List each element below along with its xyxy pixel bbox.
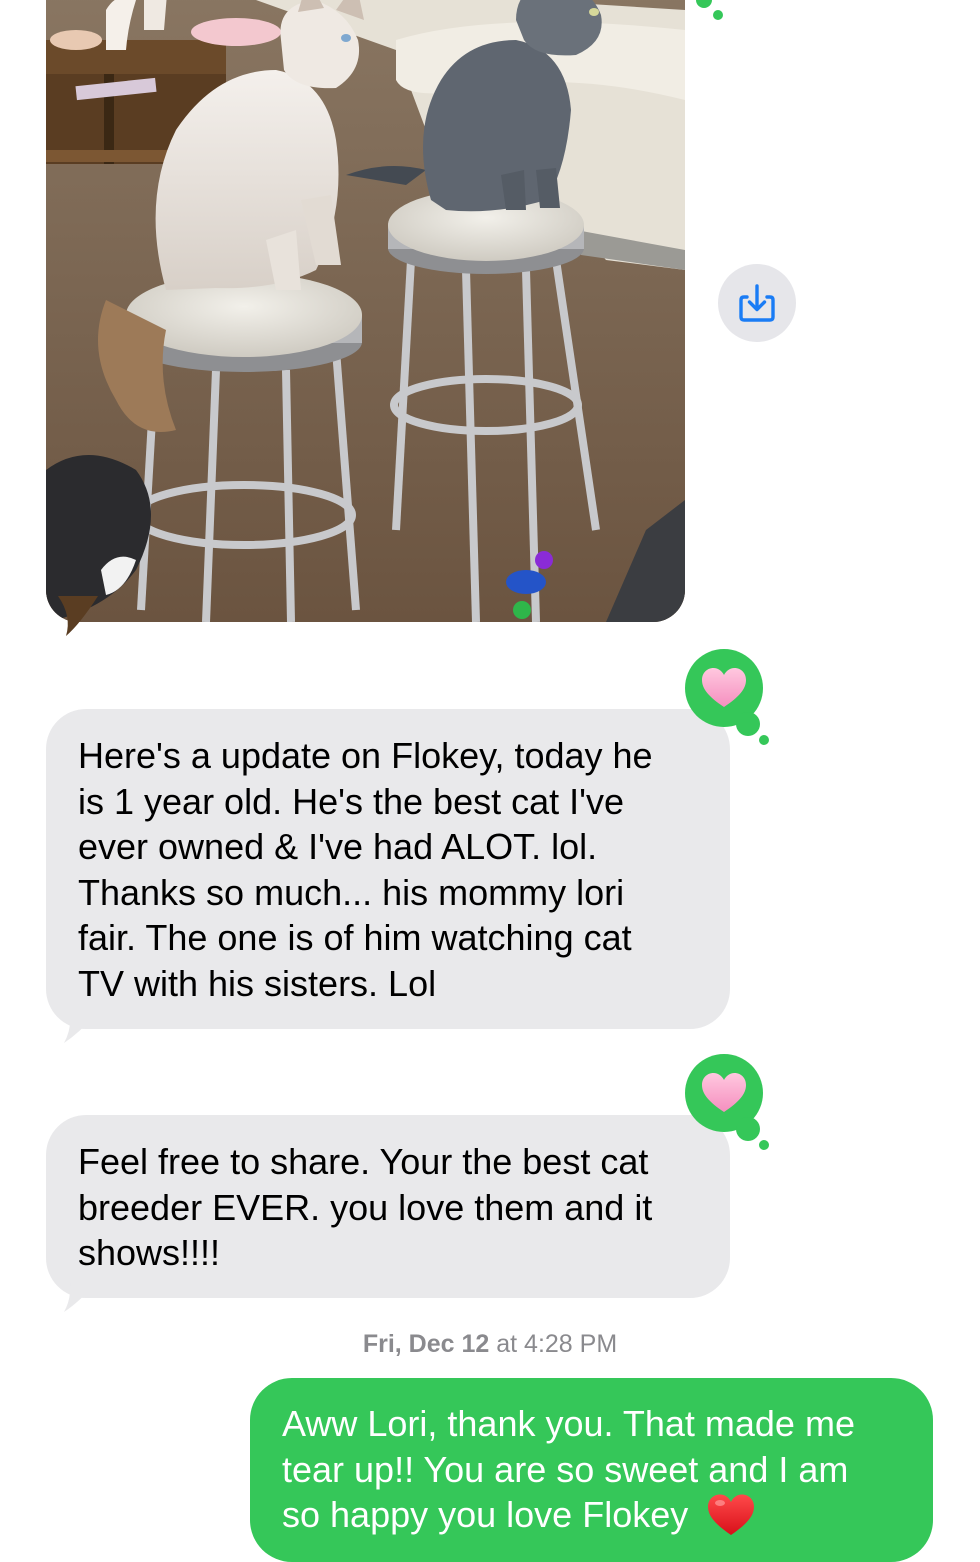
pink-heart-icon [702,1073,746,1112]
message-text: Here's a update on Flokey, today he is 1… [78,735,653,1004]
photo-bubble-tail [58,596,98,636]
bubble-tail [64,1272,100,1312]
cat-photo [46,0,685,622]
reaction-dot [736,712,760,736]
incoming-message-bubble[interactable]: Feel free to share. Your the best cat br… [46,1115,730,1298]
red-heart-icon [708,1494,755,1535]
save-photo-button[interactable] [718,264,796,342]
timestamp: Fri, Dec 12 at 4:28 PM [0,1330,980,1359]
timestamp-day: Fri, Dec 12 [362,1330,490,1358]
bubble-tail [64,1003,100,1043]
download-icon [739,284,775,322]
cat-photo-message[interactable] [46,0,685,622]
message-text: Aww Lori, thank you. That made me tear u… [282,1403,855,1535]
pink-heart-icon [702,668,746,707]
incoming-message-bubble[interactable]: Here's a update on Flokey, today he is 1… [46,709,730,1029]
reaction-dot [713,10,723,20]
message-text: Feel free to share. Your the best cat br… [78,1141,653,1273]
timestamp-time: at 4:28 PM [489,1330,618,1358]
outgoing-message-bubble[interactable]: Aww Lori, thank you. That made me tear u… [250,1378,933,1562]
reaction-dot [759,735,769,745]
reaction-dot [759,1140,769,1150]
reaction-dot [696,0,712,8]
reaction-dot [736,1117,760,1141]
